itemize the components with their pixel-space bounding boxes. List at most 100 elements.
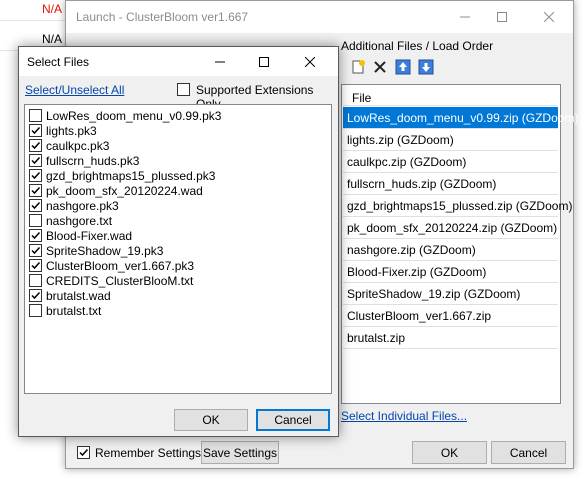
minimize-icon [460,16,470,18]
close-icon [544,12,554,22]
file-list-item[interactable]: Blood-Fixer.wad [29,228,132,243]
file-list-item[interactable]: gzd_brightmaps15_plussed.pk3 [29,168,215,183]
file-name: Blood-Fixer.wad [46,228,133,243]
select-files-title-bar: Select Files [19,47,338,76]
checkmark-icon [31,141,41,150]
maximize-button[interactable] [242,47,286,76]
checkmark-icon [31,246,41,255]
checkmark-icon [31,201,41,210]
select-files-dialog: Select Files Select/Unselect All Support… [18,46,339,437]
checkmark-icon [31,171,41,180]
file-name: nashgore.pk3 [46,198,119,213]
file-list-item[interactable]: nashgore.txt [29,213,112,228]
file-checkbox[interactable] [29,259,42,272]
file-name: brutalst.wad [46,288,111,303]
file-checkbox[interactable] [29,139,42,152]
remember-settings-checkbox[interactable] [77,446,90,459]
file-list-item[interactable]: pk_doom_sfx_20120224.wad [29,183,203,198]
list-item[interactable]: LowRes_doom_menu_v0.99.zip (GZDoom) [343,107,578,129]
move-down-button[interactable] [417,58,435,76]
launch-window-title: Launch - ClusterBloom ver1.667 [76,10,249,24]
list-item[interactable]: brutalst.zip [343,327,558,349]
file-name: fullscrn_huds.pk3 [46,153,140,168]
checkmark-icon [31,156,41,165]
checkmark-icon [31,186,41,195]
save-settings-button[interactable]: Save Settings [201,441,279,464]
select-files-cancel-button[interactable]: Cancel [256,409,330,431]
maximize-icon [259,56,269,67]
list-item[interactable]: Blood-Fixer.zip (GZDoom) [343,261,558,283]
select-files-title: Select Files [27,55,90,69]
new-file-icon [352,60,365,74]
list-item[interactable]: pk_doom_sfx_20120224.zip (GZDoom) [343,217,558,239]
file-checkbox[interactable] [29,154,42,167]
file-checkbox[interactable] [29,244,42,257]
file-list-item[interactable]: brutalst.txt [29,303,101,318]
supported-extensions-checkbox[interactable] [177,83,190,96]
select-files-ok-button[interactable]: OK [174,409,248,431]
file-checklist[interactable]: LowRes_doom_menu_v0.99.pk3 lights.pk3 caul… [24,104,332,394]
launch-cancel-button[interactable]: Cancel [491,441,566,464]
column-header-file[interactable]: File [343,86,558,106]
file-list-item[interactable]: ClusterBloom_ver1.667.pk3 [29,258,194,273]
remember-settings-label: Remember Settings [95,446,202,460]
file-list-item[interactable]: caulkpc.pk3 [29,138,109,153]
file-name: pk_doom_sfx_20120224.wad [46,183,203,198]
remove-file-button[interactable] [371,58,389,76]
table-cell-na: N/A [41,2,62,16]
add-file-button[interactable] [349,58,367,76]
file-list-item[interactable]: fullscrn_huds.pk3 [29,153,139,168]
file-checkbox[interactable] [29,124,42,137]
move-up-button[interactable] [394,58,412,76]
launch-title-bar: Launch - ClusterBloom ver1.667 [66,1,573,33]
list-item[interactable]: gzd_brightmaps15_plussed.zip (GZDoom) [343,195,572,217]
close-button[interactable] [527,1,571,33]
file-checkbox[interactable] [29,214,42,227]
list-item[interactable]: caulkpc.zip (GZDoom) [343,151,558,173]
list-item[interactable]: lights.zip (GZDoom) [343,129,558,151]
file-checkbox[interactable] [29,169,42,182]
minimize-button[interactable] [198,47,242,76]
file-name: LowRes_doom_menu_v0.99.pk3 [46,108,222,123]
file-list-item[interactable]: brutalst.wad [29,288,111,303]
file-list-item[interactable]: nashgore.pk3 [29,198,119,213]
maximize-button[interactable] [480,1,524,33]
file-checkbox[interactable] [29,184,42,197]
select-unselect-all-link[interactable]: Select/Unselect All [25,83,124,97]
table-row: N/A [0,0,70,21]
file-name: gzd_brightmaps15_plussed.pk3 [46,168,216,183]
table-cell-na: N/A [41,32,62,46]
file-name: CREDITS_ClusterBlooM.txt [46,273,194,288]
load-order-list[interactable]: File LowRes_doom_menu_v0.99.zip (GZDoom)… [341,84,578,404]
file-name: SpriteShadow_19.pk3 [46,243,164,258]
list-item[interactable]: SpriteShadow_19.zip (GZDoom) [343,283,558,305]
file-checkbox[interactable] [29,199,42,212]
delete-x-icon [374,61,386,73]
file-checkbox[interactable] [29,304,42,317]
file-list-item[interactable]: LowRes_doom_menu_v0.99.pk3 [29,108,221,123]
file-checkbox[interactable] [29,229,42,242]
file-name: nashgore.txt [46,213,113,228]
file-checkbox[interactable] [29,289,42,302]
checkmark-icon [31,291,41,300]
select-individual-files-link[interactable]: Select Individual Files... [341,409,467,423]
file-name: lights.pk3 [46,123,97,138]
file-list-item[interactable]: lights.pk3 [29,123,97,138]
move-down-icon [418,59,434,75]
file-name: ClusterBloom_ver1.667.pk3 [46,258,195,273]
close-icon [305,56,315,67]
checkmark-icon [79,448,89,457]
file-checkbox[interactable] [29,274,42,287]
maximize-icon [497,12,507,22]
file-list-item[interactable]: CREDITS_ClusterBlooM.txt [29,273,193,288]
list-item[interactable]: fullscrn_huds.zip (GZDoom) [343,173,558,195]
minimize-icon [215,61,225,62]
file-checkbox[interactable] [29,109,42,122]
checkmark-icon [31,231,41,240]
launch-ok-button[interactable]: OK [412,441,487,464]
close-button[interactable] [288,47,332,76]
file-name: brutalst.txt [46,303,102,318]
list-item[interactable]: ClusterBloom_ver1.667.zip [343,305,558,327]
file-list-item[interactable]: SpriteShadow_19.pk3 [29,243,163,258]
list-item[interactable]: nashgore.zip (GZDoom) [343,239,558,261]
